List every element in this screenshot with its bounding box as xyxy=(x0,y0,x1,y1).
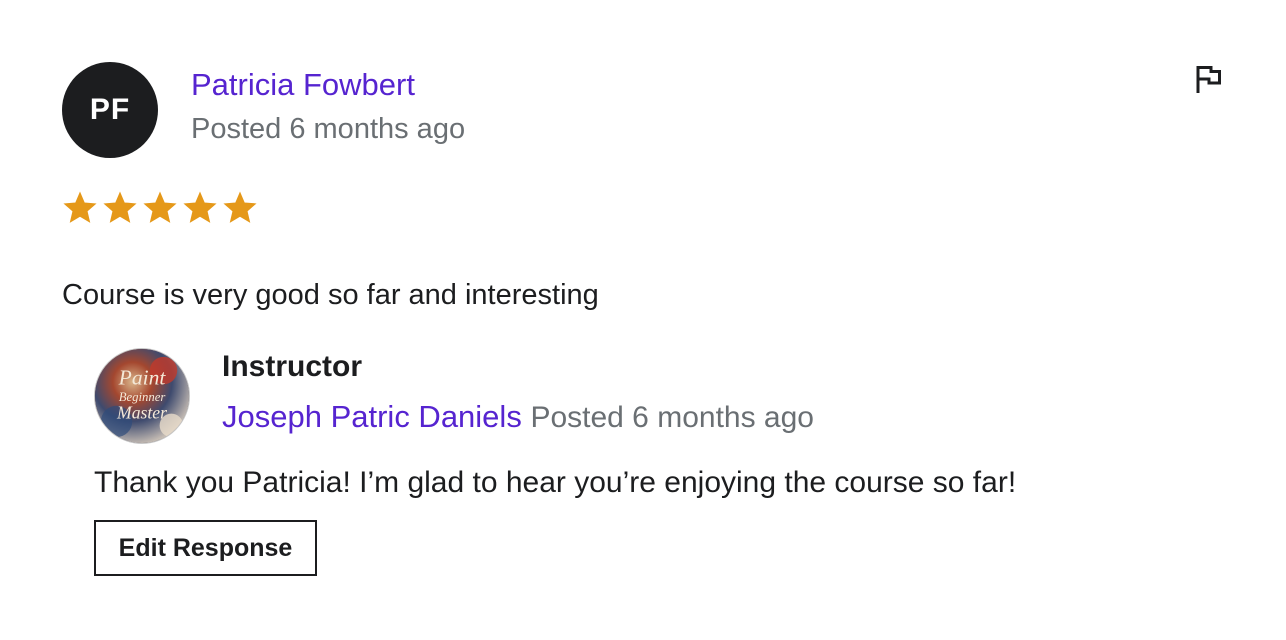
avatar-text-line-3: Master xyxy=(116,403,167,423)
star-icon xyxy=(63,191,97,223)
instructor-name-link[interactable]: Joseph Patric Daniels xyxy=(222,399,522,434)
star-icon xyxy=(223,191,257,223)
flag-icon[interactable] xyxy=(1192,62,1226,96)
edit-response-button[interactable]: Edit Response xyxy=(94,520,317,576)
instructor-avatar: Paint Beginner Master xyxy=(94,348,190,444)
reviewer-initials: PF xyxy=(89,93,131,126)
star-icon xyxy=(103,191,137,223)
star-rating xyxy=(62,190,258,226)
star-icon xyxy=(143,191,177,223)
response-text: Thank you Patricia! I’m glad to hear you… xyxy=(94,466,1017,499)
star-icon xyxy=(183,191,217,223)
review-text: Course is very good so far and interesti… xyxy=(62,279,599,311)
response-role-label: Instructor xyxy=(222,350,363,383)
response-meta: Joseph Patric Daniels Posted 6 months ag… xyxy=(222,398,814,437)
review-card: PF Patricia Fowbert Posted 6 months ago … xyxy=(0,0,1286,640)
avatar-text-line-1: Paint xyxy=(118,365,167,389)
reviewer-avatar: PF xyxy=(62,62,158,158)
review-posted-time: Posted 6 months ago xyxy=(191,113,466,145)
reviewer-name-link[interactable]: Patricia Fowbert xyxy=(191,66,415,104)
response-posted-time: Posted 6 months ago xyxy=(530,401,814,434)
